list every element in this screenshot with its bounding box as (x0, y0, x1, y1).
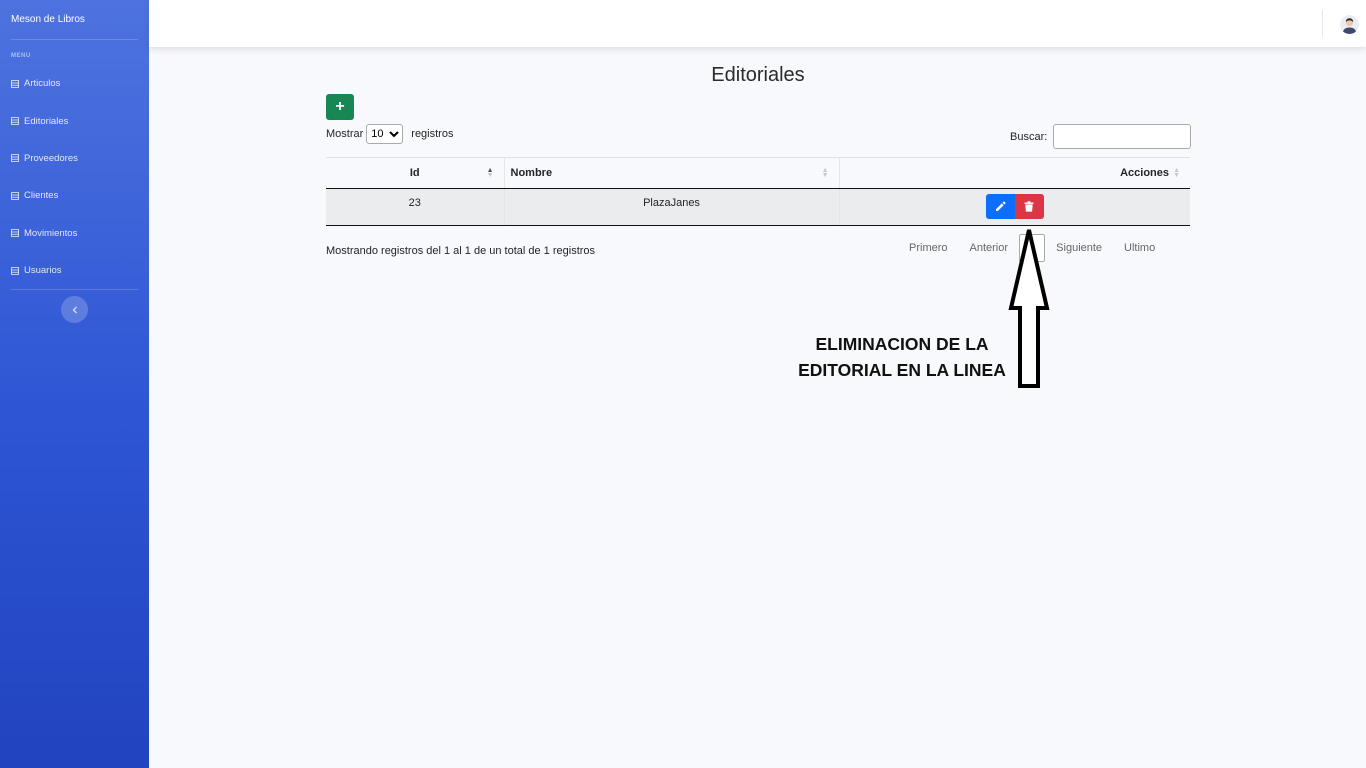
page-title: Editoriales (711, 64, 805, 86)
cell-id: 23 (326, 188, 504, 226)
sidebar-item-editoriales[interactable]: Editoriales (0, 102, 149, 139)
pencil-icon (995, 201, 1006, 211)
delete-button[interactable] (1014, 194, 1044, 219)
plus-icon: + (335, 98, 345, 115)
column-header-id[interactable]: Id ▲ ▼ (326, 157, 504, 189)
user-avatar-icon (1340, 15, 1359, 34)
topbar (149, 0, 1366, 47)
sidebar-item-label: Proveedores (24, 152, 78, 164)
sidebar-item-proveedores[interactable]: Proveedores (0, 140, 149, 177)
table-row: 23 PlazaJanes (326, 188, 1191, 226)
sidebar: Meson de Libros MENU Articulos Editorial… (0, 0, 149, 768)
annotation-line: EDITORIAL EN LA LINEA (798, 360, 1006, 380)
sidebar-item-label: Clientes (24, 190, 59, 202)
page-length-select[interactable]: 10 (366, 124, 404, 144)
length-suffix-label: registros (411, 128, 454, 140)
chevron-left-icon (72, 306, 77, 313)
search-input[interactable] (1053, 124, 1192, 149)
row-actions (840, 194, 1191, 219)
search-control: Buscar: (1010, 124, 1192, 149)
cell-nombre: PlazaJanes (503, 188, 839, 226)
table-info: Mostrando registros del 1 al 1 de un tot… (326, 245, 596, 257)
table-icon (11, 191, 19, 200)
page-length-control: Mostrar 10 registros (326, 124, 453, 144)
sidebar-item-movimientos[interactable]: Movimientos (0, 215, 149, 252)
sidebar-item-label: Movimientos (24, 227, 78, 239)
table-icon (11, 266, 19, 275)
column-header-label: Nombre (510, 167, 553, 179)
annotation-text: ELIMINACION DE LA EDITORIAL EN LA LINEA (792, 331, 1012, 383)
sort-icon: ▲ ▼ (821, 167, 829, 179)
annotation-line: ELIMINACION DE LA (815, 334, 989, 354)
column-header-acciones[interactable]: Acciones ▲ ▼ (838, 157, 1190, 189)
sort-asc-icon: ▲ ▼ (486, 167, 494, 179)
pagination-next[interactable]: Siguiente (1045, 234, 1113, 262)
editoriales-table: Id ▲ ▼ Nombre ▲ ▼ Acciones ▲ ▼ 23 PlazaJane… (326, 157, 1190, 226)
table-icon (11, 117, 19, 126)
pagination-first[interactable]: Primero (898, 234, 959, 262)
annotation-arrow-icon (1008, 229, 1050, 388)
search-label: Buscar: (1010, 130, 1048, 143)
sidebar-item-usuarios[interactable]: Usuarios (0, 252, 149, 289)
edit-button[interactable] (985, 194, 1015, 219)
sidebar-divider (11, 289, 138, 291)
sidebar-item-label: Usuarios (24, 265, 62, 277)
cell-acciones (838, 188, 1191, 226)
sidebar-toggle-button[interactable] (61, 296, 88, 323)
sort-icon: ▲ ▼ (1173, 167, 1180, 179)
trash-icon (1024, 201, 1034, 212)
topbar-divider (1322, 10, 1323, 37)
sidebar-item-clientes[interactable]: Clientes (0, 177, 149, 214)
column-header-nombre[interactable]: Nombre ▲ ▼ (503, 157, 839, 189)
table-icon (11, 229, 19, 238)
sidebar-item-articulos[interactable]: Articulos (0, 65, 149, 102)
column-header-label: Id (409, 167, 420, 179)
user-avatar[interactable] (1340, 15, 1359, 34)
table-icon (11, 79, 19, 88)
length-prefix-label: Mostrar (326, 128, 364, 140)
brand-title[interactable]: Meson de Libros (0, 0, 149, 39)
table-icon (11, 154, 19, 163)
add-editorial-button[interactable]: + (326, 94, 354, 120)
column-header-label: Acciones (1120, 167, 1169, 179)
sidebar-item-label: Articulos (24, 78, 61, 90)
sidebar-item-label: Editoriales (24, 115, 69, 127)
pagination-last[interactable]: Ultimo (1113, 234, 1166, 262)
sidebar-heading: MENU (11, 53, 31, 59)
